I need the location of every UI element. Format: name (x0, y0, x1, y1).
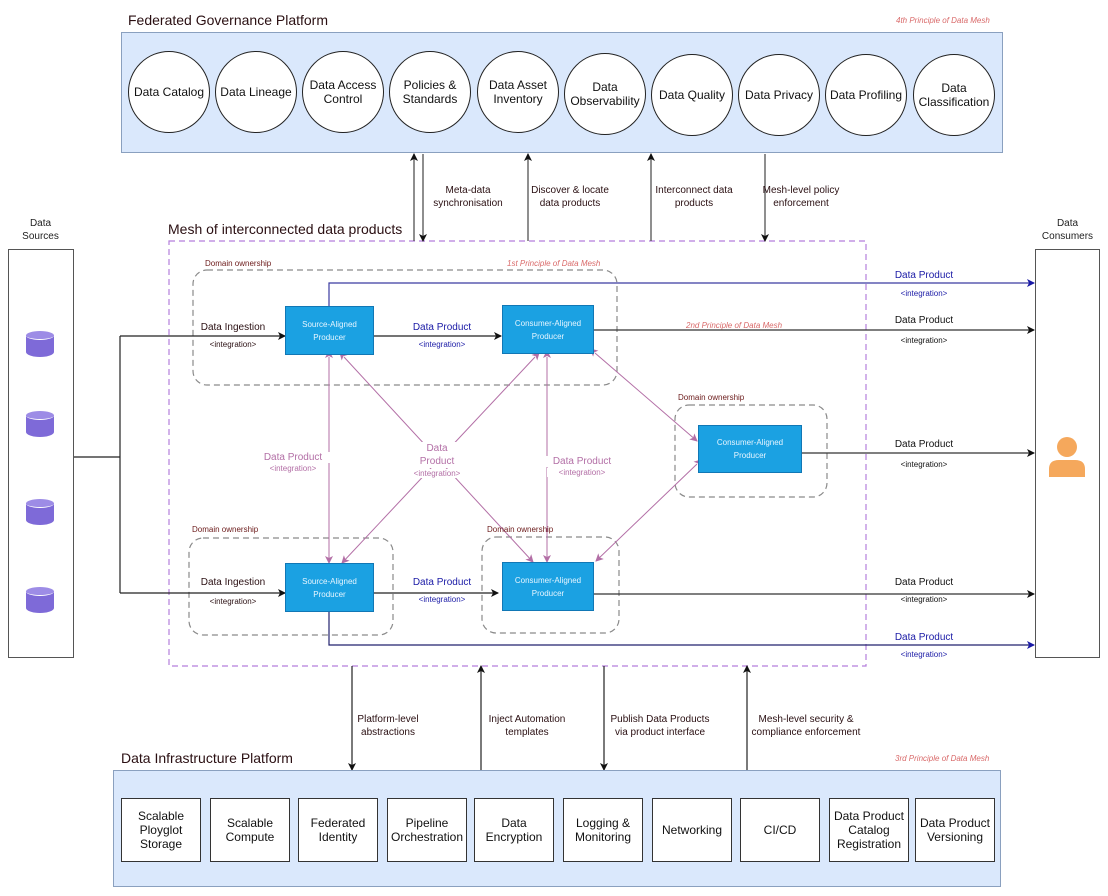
infra-item-data-product-versioning[interactable]: Data Product Versioning (915, 798, 995, 862)
consumer-link-label-4: Data Product (894, 577, 954, 588)
principle-4-label: 4th Principle of Data Mesh (896, 16, 990, 25)
governance-item-data-asset-inventory[interactable]: Data Asset Inventory (477, 51, 559, 133)
infra-item-data-product-catalog-registration[interactable]: Data Product Catalog Registration (829, 798, 909, 862)
consumer-aligned-producer-bottom[interactable]: Consumer-Aligned Producer (502, 562, 594, 611)
governance-item-data-access-control[interactable]: Data Access Control (302, 51, 384, 133)
consumer-link-label-5: Data Product (894, 632, 954, 643)
infrastructure-platform-title: Data Infrastructure Platform (121, 750, 293, 766)
consumer-link-integration-1: <integration> (900, 289, 948, 298)
mesh-title: Mesh of interconnected data products (168, 221, 403, 237)
ingestion-integration-bottom: <integration> (209, 597, 257, 606)
consumer-aligned-producer-mid[interactable]: Consumer-Aligned Producer (698, 425, 802, 473)
pink-integration-right: <integration> (547, 468, 617, 477)
data-product-label-bottom: Data Product (412, 577, 472, 588)
infra-item-federated-identity[interactable]: Federated Identity (298, 798, 378, 862)
governance-item-data-profiling[interactable]: Data Profiling (825, 54, 907, 136)
governance-item-data-classification[interactable]: Data Classification (913, 54, 995, 136)
database-icon (26, 587, 54, 617)
database-icon (26, 331, 54, 361)
infra-item-scalable-ployglot-storage[interactable]: Scalable Ployglot Storage (121, 798, 201, 862)
consumer-link-label-1: Data Product (894, 270, 954, 281)
consumer-link-integration-2: <integration> (900, 336, 948, 345)
database-icon (26, 499, 54, 529)
infra-item-scalable-compute[interactable]: Scalable Compute (210, 798, 290, 862)
ingestion-label-top: Data Ingestion (200, 322, 266, 333)
pink-label-right: Data Product (544, 456, 620, 467)
infra-link-label-abstractions: Platform-level abstractions (357, 714, 419, 738)
gov-link-label-metadata: Meta-data synchronisation (433, 185, 503, 209)
data-sources-title: Data Sources (22, 218, 59, 242)
infra-item-data-encryption[interactable]: Data Encryption (474, 798, 554, 862)
principle-3-label: 3rd Principle of Data Mesh (895, 754, 990, 763)
infra-item-ci-cd[interactable]: CI/CD (740, 798, 820, 862)
governance-item-data-catalog[interactable]: Data Catalog (128, 51, 210, 133)
pink-integration-left: <integration> (258, 464, 328, 473)
governance-platform-title: Federated Governance Platform (128, 12, 328, 28)
ingestion-label-bottom: Data Ingestion (200, 577, 266, 588)
infra-link-label-security: Mesh-level security & compliance enforce… (751, 714, 861, 738)
domain-ownership-label-bottom-left: Domain ownership (192, 525, 259, 534)
gov-link-label-interconnect: Interconnect data products (655, 185, 733, 209)
consumer-link-integration-3: <integration> (900, 460, 948, 469)
pink-link-mid-to-consumer-bottom (595, 459, 703, 562)
infra-item-logging-monitoring[interactable]: Logging & Monitoring (563, 798, 643, 862)
data-consumers-title: Data Consumers (1041, 218, 1094, 242)
principle-2-label: 2nd Principle of Data Mesh (686, 321, 783, 330)
database-icon (26, 411, 54, 441)
data-product-integration-bottom: <integration> (418, 595, 466, 604)
infra-link-label-publish: Publish Data Products via product interf… (610, 714, 710, 738)
source-aligned-producer-top[interactable]: Source-Aligned Producer (285, 306, 374, 355)
ingestion-integration-top: <integration> (209, 340, 257, 349)
data-product-label-top: Data Product (412, 322, 472, 333)
infra-link-label-automation: Inject Automation templates (488, 714, 566, 738)
gov-link-label-discover: Discover & locate data products (531, 185, 609, 209)
source-aligned-producer-bottom[interactable]: Source-Aligned Producer (285, 563, 374, 612)
consumer-link-label-3: Data Product (894, 439, 954, 450)
infra-item-networking[interactable]: Networking (652, 798, 732, 862)
gov-link-label-policy: Mesh-level policy enforcement (762, 185, 840, 209)
consumer-link-integration-5: <integration> (900, 650, 948, 659)
pink-label-left: Data Product (255, 452, 331, 463)
governance-item-data-quality[interactable]: Data Quality (651, 54, 733, 136)
domain-ownership-label-top: Domain ownership (205, 259, 272, 268)
governance-item-data-privacy[interactable]: Data Privacy (738, 54, 820, 136)
principle-1-label: 1st Principle of Data Mesh (507, 259, 601, 268)
data-product-integration-top: <integration> (418, 340, 466, 349)
consumer-link-label-2: Data Product (894, 315, 954, 326)
domain-ownership-label-mid: Domain ownership (678, 393, 745, 402)
pink-integration-center: <integration> (400, 469, 474, 478)
pink-label-center: Data Product (405, 442, 469, 468)
governance-item-policies-standards[interactable]: Policies & Standards (389, 51, 471, 133)
governance-item-data-observability[interactable]: Data Observability (564, 53, 646, 135)
governance-item-data-lineage[interactable]: Data Lineage (215, 51, 297, 133)
domain-ownership-label-bottom-right: Domain ownership (487, 525, 554, 534)
user-icon (1049, 437, 1085, 477)
consumer-link-integration-4: <integration> (900, 595, 948, 604)
consumer-aligned-producer-top[interactable]: Consumer-Aligned Producer (502, 305, 594, 354)
infra-item-pipeline-orchestration[interactable]: Pipeline Orchestration (387, 798, 467, 862)
